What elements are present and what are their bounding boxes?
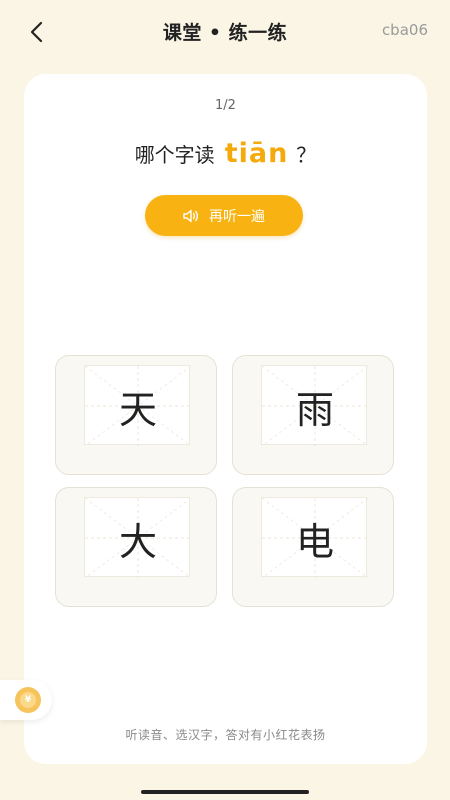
option-character: 雨 — [295, 387, 334, 432]
header: 课堂 • 练一练 cba06 — [0, 0, 450, 64]
option-card-2[interactable]: 雨 — [232, 355, 394, 475]
question-pinyin: tiān — [224, 138, 289, 169]
replay-audio-button[interactable]: 再听一遍 — [145, 195, 303, 236]
option-card-1[interactable]: 天 — [55, 355, 217, 475]
tian-zi-grid: 大 — [84, 497, 191, 578]
instruction-hint: 听读音、选汉字，答对有小红花表扬 — [125, 728, 326, 742]
tian-zi-grid: 雨 — [261, 365, 368, 446]
question-progress: 1/2 — [215, 98, 236, 113]
question-text: 哪个字读 tiān ？ — [24, 138, 427, 169]
option-card-4[interactable]: 电 — [232, 487, 394, 607]
question-suffix: ？ — [296, 143, 317, 167]
replay-label: 再听一遍 — [209, 208, 265, 225]
option-character: 大 — [118, 519, 157, 564]
option-character: 天 — [118, 387, 157, 432]
reward-float-button[interactable]: ¥ — [0, 680, 52, 720]
home-indicator — [141, 790, 309, 794]
option-character: 电 — [295, 519, 334, 564]
session-tag: cba06 — [381, 21, 428, 39]
speaker-icon — [183, 209, 201, 223]
option-card-3[interactable]: 大 — [55, 487, 217, 607]
tian-zi-grid: 电 — [261, 497, 368, 578]
question-prefix: 哪个字读 — [134, 143, 215, 167]
coin-icon: ¥ — [15, 687, 41, 713]
quiz-card: 1/2 哪个字读 tiān ？ 再听一遍 天 雨 大 电 听读音、选汉字，答对有… — [24, 74, 427, 764]
tian-zi-grid: 天 — [84, 365, 191, 446]
